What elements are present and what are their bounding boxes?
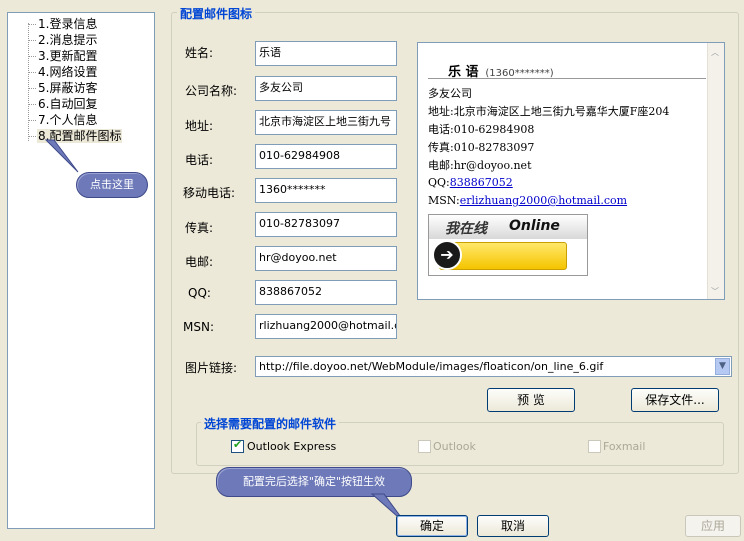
outlook-express-checkbox[interactable]: ✔ xyxy=(231,438,244,453)
image-link-label: 图片链接: xyxy=(185,361,238,375)
address-label: 地址: xyxy=(185,119,214,133)
apply-button[interactable]: 应用 xyxy=(685,515,741,537)
preview-divider xyxy=(428,78,706,79)
msn-label: MSN: xyxy=(183,320,214,334)
cancel-button[interactable]: 取消 xyxy=(477,515,549,537)
phone-label: 电话: xyxy=(185,153,214,167)
fax-label: 传真: xyxy=(185,221,214,235)
preview-qq-label: QQ: xyxy=(428,176,450,189)
phone-input[interactable]: 010-62984908 xyxy=(255,144,397,169)
address-input[interactable]: 北京市海淀区上地三街九号 xyxy=(255,110,397,135)
scroll-down-icon[interactable]: ﹀ xyxy=(711,286,719,297)
tree-item-login-info[interactable]: 1.登录信息 xyxy=(28,16,98,32)
outlook-checkbox[interactable] xyxy=(418,440,431,453)
callout-pointer xyxy=(44,139,79,173)
outlook-label[interactable]: Outlook xyxy=(433,440,476,453)
mail-clients-title: 选择需要配置的邮件软件 xyxy=(201,415,340,432)
tree-item-auto-reply[interactable]: 6.自动回复 xyxy=(28,96,98,112)
signature-preview: ︿ ﹀ 乐 语 (1360*******) 多友公司 地址:北京市海淀区上地三街… xyxy=(417,42,725,300)
ok-button[interactable]: 确定 xyxy=(396,515,468,537)
company-label: 公司名称: xyxy=(185,84,238,98)
tree-item-label: 1.登录信息 xyxy=(38,17,98,31)
preview-msn: MSN:erlizhuang2000@hotmail.com xyxy=(428,194,627,207)
preview-fax: 传真:010-82783097 xyxy=(428,141,535,154)
fax-input[interactable]: 010-82783097 xyxy=(255,212,397,237)
image-link-select[interactable]: http://file.doyoo.net/WebModule/images/f… xyxy=(255,356,732,377)
tree-item-update-config[interactable]: 3.更新配置 xyxy=(28,48,98,64)
tree-item-label: 3.更新配置 xyxy=(38,49,98,63)
preview-button[interactable]: 预 览 xyxy=(487,388,575,412)
badge-text-cn: 我在线 xyxy=(445,221,487,237)
tree-item-block-visitors[interactable]: 5.屏蔽访客 xyxy=(28,80,98,96)
company-input[interactable]: 多友公司 xyxy=(255,76,397,101)
foxmail-label[interactable]: Foxmail xyxy=(603,440,645,453)
tree-item-label: 5.屏蔽访客 xyxy=(38,81,98,95)
tree-item-label: 2.消息提示 xyxy=(38,33,98,47)
preview-scrollbar[interactable]: ︿ ﹀ xyxy=(707,43,724,299)
foxmail-checkbox[interactable] xyxy=(588,440,601,453)
name-label: 姓名: xyxy=(185,46,214,60)
preview-qq: QQ:838867052 xyxy=(428,176,513,189)
image-link-value: http://file.doyoo.net/WebModule/images/f… xyxy=(259,360,604,373)
name-input[interactable]: 乐语 xyxy=(255,41,397,66)
arrow-right-icon: ➔ xyxy=(432,240,462,270)
checkmark-icon: ✔ xyxy=(233,438,243,451)
badge-header: 我在线 Online xyxy=(429,215,587,239)
scroll-up-icon[interactable]: ︿ xyxy=(711,47,719,58)
preview-msn-link[interactable]: erlizhuang2000@hotmail.com xyxy=(460,194,627,207)
click-here-callout: 点击这里 xyxy=(76,172,148,198)
tree-item-label: 4.网络设置 xyxy=(38,65,98,79)
tree-item-label: 6.自动回复 xyxy=(38,97,98,111)
preview-email: 电邮:hr@doyoo.net xyxy=(428,159,532,172)
settings-tree: 1.登录信息 2.消息提示 3.更新配置 4.网络设置 5.屏蔽访客 6.自动回… xyxy=(7,12,155,529)
email-label: 电邮: xyxy=(185,255,214,269)
online-badge-image: 我在线 Online ➔ xyxy=(428,214,588,276)
preview-address: 地址:北京市海淀区上地三街九号嘉华大厦F座204 xyxy=(428,105,670,118)
tree-item-message-alert[interactable]: 2.消息提示 xyxy=(28,32,98,48)
preview-company: 多友公司 xyxy=(428,87,472,100)
group-title: 配置邮件图标 xyxy=(177,5,256,22)
msn-input[interactable]: rlizhuang2000@hotmail.com xyxy=(255,314,397,339)
preview-phone: 电话:010-62984908 xyxy=(428,123,535,136)
qq-label: QQ: xyxy=(188,286,211,300)
tree-item-network-settings[interactable]: 4.网络设置 xyxy=(28,64,98,80)
mobile-input[interactable]: 1360******* xyxy=(255,178,397,203)
preview-msn-label: MSN: xyxy=(428,194,460,207)
badge-text-en: Online xyxy=(509,218,560,234)
preview-qq-link[interactable]: 838867052 xyxy=(450,176,513,189)
outlook-express-label[interactable]: Outlook Express xyxy=(247,440,336,453)
save-file-button[interactable]: 保存文件... xyxy=(631,388,719,412)
tree-item-label: 7.个人信息 xyxy=(38,113,98,127)
email-input[interactable]: hr@doyoo.net xyxy=(255,246,397,271)
qq-input[interactable]: 838867052 xyxy=(255,280,397,305)
chevron-down-icon[interactable]: ▼ xyxy=(715,358,730,375)
mobile-label: 移动电话: xyxy=(183,186,236,200)
tree-item-personal-info[interactable]: 7.个人信息 xyxy=(28,112,98,128)
